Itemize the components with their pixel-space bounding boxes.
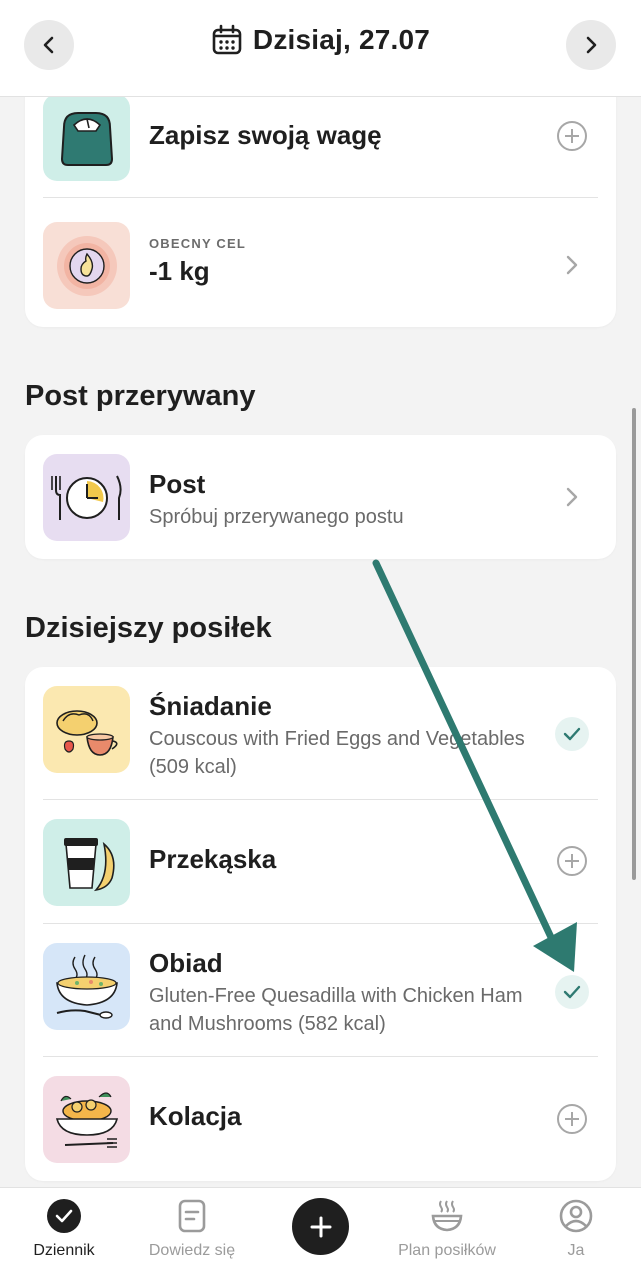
user-circle-icon <box>559 1199 593 1233</box>
scale-icon <box>43 94 130 181</box>
fasting-section-title: Post przerywany <box>25 380 256 412</box>
tab-label-learn: Dowiedz się <box>148 1242 236 1259</box>
fasting-clock-icon <box>43 454 130 541</box>
current-goal-value: -1 kg <box>149 256 210 286</box>
meal-row-lunch[interactable]: Obiad Gluten-Free Quesadilla with Chicke… <box>25 924 616 1056</box>
tab-diary[interactable]: Dziennik <box>9 1198 119 1260</box>
plus-circle-icon <box>557 121 587 151</box>
meal-title-breakfast: Śniadanie <box>149 691 272 721</box>
fasting-card[interactable]: Post Spróbuj przerywanego postu <box>25 435 616 559</box>
snack-icon <box>43 819 130 906</box>
add-snack-button[interactable] <box>555 844 589 878</box>
breakfast-done-button[interactable] <box>555 717 589 751</box>
meal-row-breakfast[interactable]: Śniadanie Couscous with Fried Eggs and V… <box>25 667 616 799</box>
fasting-title: Post <box>149 469 206 499</box>
check-icon <box>555 717 589 751</box>
bottom-tab-bar: Dziennik Dowiedz się Plan posiłków Ja <box>0 1187 641 1280</box>
lunch-done-button[interactable] <box>555 975 589 1009</box>
meal-subtitle-breakfast: Couscous with Fried Eggs and Vegetables … <box>149 728 525 778</box>
scrollbar[interactable] <box>632 408 636 880</box>
tab-label-diary: Dziennik <box>33 1242 95 1259</box>
current-goal-eyebrow: OBECNY CEL <box>149 236 246 251</box>
calendar-icon <box>212 24 242 55</box>
log-weight-title: Zapisz swoją wagę <box>149 120 382 150</box>
meals-section-title: Dzisiejszy posiłek <box>25 612 272 644</box>
document-icon <box>178 1199 206 1233</box>
fasting-subtitle: Spróbuj przerywanego postu <box>149 506 404 528</box>
plus-circle-icon <box>557 1104 587 1134</box>
check-circle-icon <box>47 1199 81 1233</box>
bowl-icon <box>431 1200 463 1232</box>
date-selector[interactable]: Dzisiaj, 27.07 <box>0 24 641 56</box>
check-icon <box>555 975 589 1009</box>
tab-label-meal-plan: Plan posiłków <box>398 1242 496 1259</box>
meal-title-dinner: Kolacja <box>149 1101 242 1131</box>
meal-title-snack: Przekąska <box>149 844 277 874</box>
tab-label-me: Ja <box>567 1242 585 1259</box>
date-label: Dzisiaj, 27.07 <box>252 24 431 55</box>
meal-subtitle-lunch: Gluten-Free Quesadilla with Chicken Ham … <box>149 985 523 1035</box>
dinner-icon <box>43 1076 130 1163</box>
next-day-button[interactable] <box>566 20 616 70</box>
tab-meal-plan[interactable]: Plan posiłków <box>392 1198 502 1260</box>
meal-title-lunch: Obiad <box>149 948 223 978</box>
chevron-right-icon <box>586 36 597 54</box>
meals-card: Śniadanie Couscous with Fried Eggs and V… <box>25 667 616 1181</box>
goal-flame-icon <box>43 222 130 309</box>
goal-chevron[interactable] <box>555 248 589 282</box>
lunch-soup-icon <box>43 943 130 1030</box>
tab-learn[interactable]: Dowiedz się <box>137 1198 247 1260</box>
chevron-right-icon <box>566 487 578 507</box>
plus-icon <box>310 1216 331 1237</box>
top-header: Dzisiaj, 27.07 <box>0 0 641 97</box>
tab-me[interactable]: Ja <box>521 1198 631 1260</box>
meal-row-snack[interactable]: Przekąska <box>25 800 616 923</box>
breakfast-icon <box>43 686 130 773</box>
add-button[interactable] <box>292 1198 349 1255</box>
add-dinner-button[interactable] <box>555 1102 589 1136</box>
current-goal-row[interactable]: OBECNY CEL -1 kg <box>25 198 616 327</box>
chevron-right-icon <box>566 255 578 275</box>
add-weight-button[interactable] <box>555 119 589 153</box>
plus-circle-icon <box>557 846 587 876</box>
fasting-chevron[interactable] <box>555 480 589 514</box>
meal-row-dinner[interactable]: Kolacja <box>25 1057 616 1181</box>
weight-goal-card: Zapisz swoją wagę OBECNY CEL -1 kg <box>25 70 616 327</box>
